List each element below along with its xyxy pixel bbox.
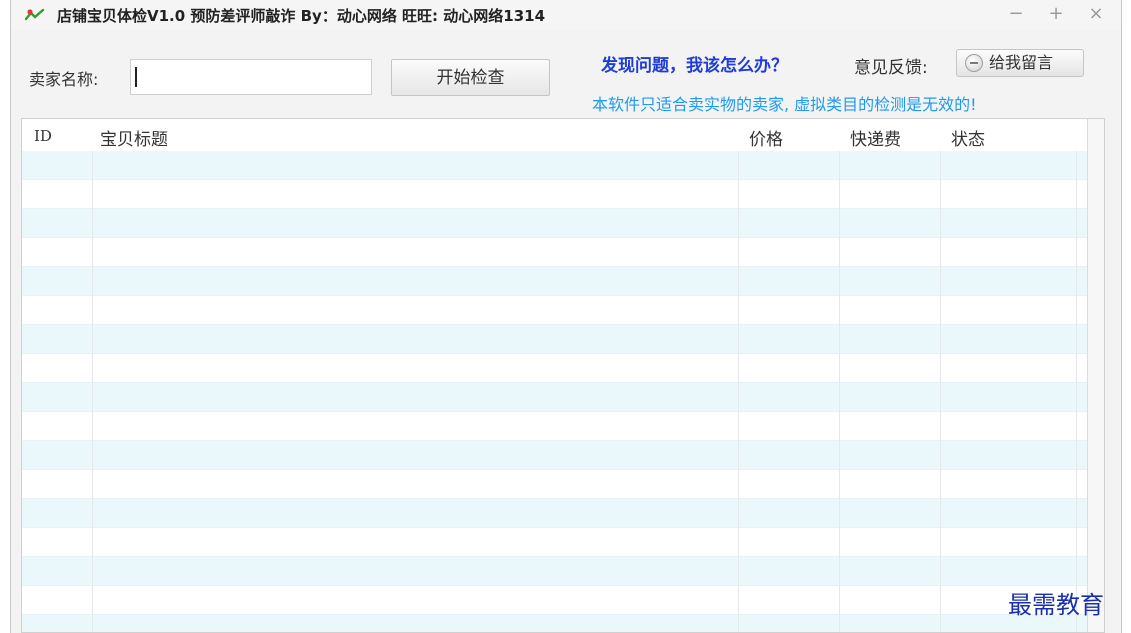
text-caret bbox=[135, 67, 137, 87]
table-row bbox=[22, 151, 1104, 180]
table-row bbox=[22, 586, 1104, 615]
table-row bbox=[22, 209, 1104, 238]
maximize-button[interactable]: + bbox=[1045, 3, 1067, 25]
table-row bbox=[22, 499, 1104, 528]
window-title: 店铺宝贝体检V1.0 预防差评师敲诈 By：动心网络 旺旺: 动心网络1314 bbox=[57, 7, 546, 25]
column-header-price[interactable]: 价格 bbox=[749, 125, 783, 150]
table-row bbox=[22, 180, 1104, 209]
table-row bbox=[22, 470, 1104, 499]
column-header-title[interactable]: 宝贝标题 bbox=[100, 125, 168, 150]
start-check-button[interactable]: 开始检查 bbox=[391, 59, 550, 96]
column-divider bbox=[839, 151, 840, 632]
column-divider bbox=[92, 151, 93, 632]
table-row bbox=[22, 412, 1104, 441]
close-button[interactable]: × bbox=[1085, 3, 1107, 25]
feedback-label: 意见反馈: bbox=[854, 58, 928, 78]
table-row bbox=[22, 238, 1104, 267]
table-row bbox=[22, 557, 1104, 586]
table-row bbox=[22, 267, 1104, 296]
column-divider bbox=[940, 151, 941, 632]
title-bar[interactable]: 店铺宝贝体检V1.0 预防差评师敲诈 By：动心网络 旺旺: 动心网络1314 … bbox=[11, 0, 1121, 30]
table-row bbox=[22, 441, 1104, 470]
table-row bbox=[22, 325, 1104, 354]
message-icon bbox=[965, 54, 983, 72]
minimize-button[interactable]: − bbox=[1005, 3, 1027, 25]
seller-name-label: 卖家名称: bbox=[29, 70, 99, 89]
column-header-status[interactable]: 状态 bbox=[951, 125, 985, 150]
table-body bbox=[22, 151, 1104, 632]
column-header-shipping[interactable]: 快递费 bbox=[850, 125, 901, 150]
table-row bbox=[22, 296, 1104, 325]
column-divider bbox=[738, 151, 739, 632]
table-row bbox=[22, 528, 1104, 557]
column-header-id[interactable]: ID bbox=[34, 127, 52, 145]
help-link[interactable]: 发现问题，我该怎么办？ bbox=[601, 51, 788, 76]
notice-text: 本软件只适合卖实物的卖家, 虚拟类目的检测是无效的! bbox=[592, 95, 977, 114]
table-row bbox=[22, 354, 1104, 383]
seller-name-input[interactable] bbox=[130, 59, 372, 95]
table-row bbox=[22, 383, 1104, 412]
table-header: ID 宝贝标题 价格 快递费 状态 bbox=[22, 119, 1104, 151]
column-divider bbox=[1076, 151, 1077, 632]
app-logo-icon bbox=[25, 8, 45, 21]
results-table[interactable]: ID 宝贝标题 价格 快递费 状态 bbox=[21, 118, 1105, 633]
leave-message-label: 给我留言 bbox=[989, 53, 1054, 72]
table-row bbox=[22, 615, 1104, 632]
leave-message-button[interactable]: 给我留言 bbox=[956, 49, 1084, 77]
watermark-text: 最需教育 bbox=[1008, 591, 1104, 619]
app-window: 店铺宝贝体检V1.0 预防差评师敲诈 By：动心网络 旺旺: 动心网络1314 … bbox=[10, 0, 1122, 633]
vertical-scrollbar[interactable] bbox=[1087, 119, 1104, 632]
